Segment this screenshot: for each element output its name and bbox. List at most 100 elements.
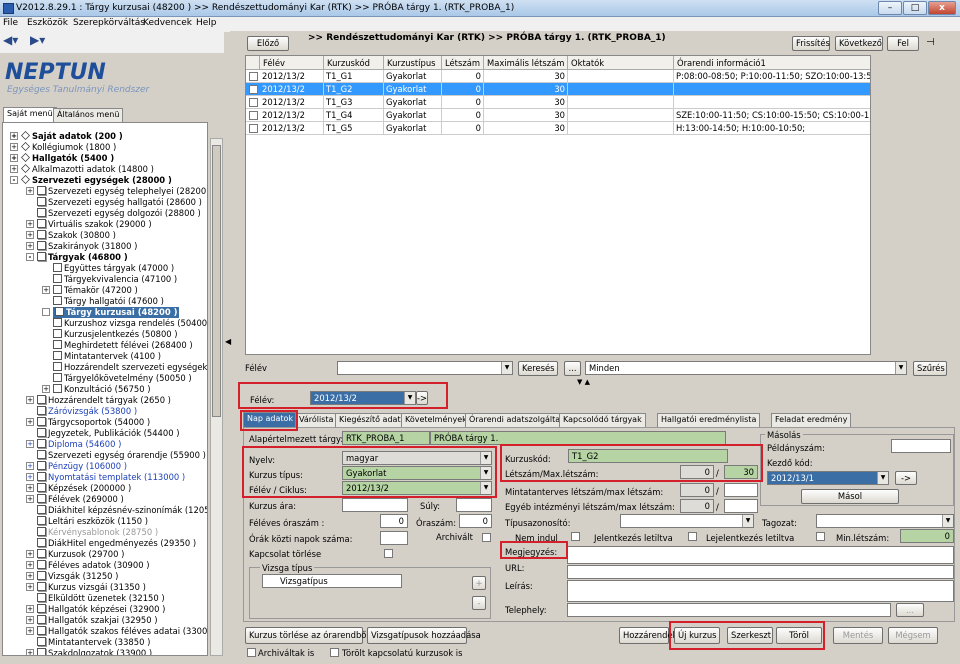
menu-szerepkorvaltas[interactable]: Szerepkörváltás <box>73 18 145 28</box>
tree-item[interactable]: + Kurzusok (29700 ) <box>26 549 124 560</box>
tree-item[interactable]: + Diploma (54600 ) <box>26 439 121 450</box>
alap-name-field[interactable]: PRÓBA tárgy 1. <box>430 431 726 445</box>
expand-icon[interactable]: + <box>26 440 34 448</box>
refresh-button[interactable]: Frissítés <box>792 36 830 51</box>
archivaltak-checkbox[interactable] <box>247 648 256 657</box>
orak-field[interactable] <box>380 531 408 545</box>
masolas-felev-dropdown[interactable]: 2012/13/1 ▼ <box>767 471 889 485</box>
tree-item[interactable]: + Félévek (269000 ) <box>26 494 124 505</box>
header-orarendi-info[interactable]: Órarendi információ1 <box>674 56 870 70</box>
expand-icon[interactable]: + <box>26 187 34 195</box>
tree-item[interactable]: Együttes tárgyak (47000 ) <box>53 263 174 274</box>
tree-item[interactable]: + Nyomtatási templatek (113000 ) <box>26 472 185 483</box>
maximize-icon[interactable]: □ <box>903 1 927 15</box>
tree-item[interactable]: + Hallgatók (5400 ) <box>10 153 114 164</box>
pin-icon[interactable]: ⊣ <box>926 37 935 48</box>
megj-field[interactable] <box>567 546 954 564</box>
tree-item[interactable]: + Képzések (200000 ) <box>26 483 131 494</box>
tree-item[interactable]: + Pénzügy (106000 ) <box>26 461 127 472</box>
table-row[interactable]: 2012/13/2 T1_G1 Gyakorlat 0 30 P:08:00-08:50;… <box>246 70 870 83</box>
vizsga-table[interactable]: Vizsgatípus <box>262 574 402 588</box>
tree-item[interactable]: + Konzultáció (56750 ) <box>42 384 151 395</box>
filter-dropdown[interactable]: ▼ <box>337 361 513 375</box>
add-vizsga-button[interactable]: + <box>472 576 486 590</box>
detail-tab[interactable]: Várólista <box>295 413 338 427</box>
tree-item[interactable]: + Alkalmazotti adatok (14800 ) <box>10 164 154 175</box>
tree-item[interactable]: - Szervezeti egységek (28000 ) <box>10 175 172 186</box>
expand-icon[interactable]: + <box>26 550 34 558</box>
lejelentkezes-checkbox[interactable] <box>816 532 825 541</box>
row-checkbox[interactable] <box>249 72 258 81</box>
felev-ora-field[interactable]: 0 <box>380 514 408 528</box>
row-checkbox[interactable] <box>249 85 258 94</box>
chevron-down-icon[interactable]: ▼ <box>877 472 888 484</box>
nem-indul-checkbox[interactable] <box>571 532 580 541</box>
tree-item[interactable]: + Tárgycsoportok (54000 ) <box>26 417 150 428</box>
tree-item[interactable]: + Virtuális szakok (29000 ) <box>26 219 152 230</box>
expand-icon[interactable]: + <box>26 649 34 655</box>
table-row[interactable]: 2012/13/2 T1_G5 Gyakorlat 0 30 H:13:00-14:50;… <box>246 122 870 135</box>
chevron-down-icon[interactable]: ▼ <box>501 362 512 374</box>
tipusazon-dropdown[interactable]: ▼ <box>620 514 754 528</box>
collapse-icon[interactable]: ▼ ▲ <box>577 378 590 386</box>
expand-icon[interactable]: + <box>26 231 34 239</box>
chevron-down-icon[interactable]: ▼ <box>895 362 906 374</box>
tree-item[interactable]: + Hallgatók képzései (32900 ) <box>26 604 165 615</box>
row-checkbox[interactable] <box>249 111 258 120</box>
scope-dropdown[interactable]: Minden ▼ <box>585 361 907 375</box>
tree-item[interactable]: Diákhitel képzésnév-szinonímák (12050 ) <box>37 505 207 516</box>
ellipsis-button[interactable]: ... <box>564 361 581 376</box>
tree-item[interactable]: Szervezeti egység órarendje (55900 ) <box>37 450 206 461</box>
peldany-field[interactable] <box>891 439 951 453</box>
expand-icon[interactable]: + <box>26 627 34 635</box>
tree-item[interactable]: Mintatantervek (4100 ) <box>53 351 161 362</box>
min-letszam-field[interactable]: 0 <box>900 529 954 543</box>
detail-tab[interactable]: Követelmények <box>401 413 471 427</box>
header-felev[interactable]: Félév <box>260 56 324 70</box>
expand-icon[interactable]: + <box>26 572 34 580</box>
back-icon[interactable]: ◀▾ <box>3 33 18 47</box>
tree-item[interactable]: + Saját adatok (200 ) <box>10 131 123 142</box>
suly-field[interactable] <box>456 498 492 512</box>
masol-button[interactable]: Másol <box>801 489 899 504</box>
menu-help[interactable]: Help <box>196 18 217 28</box>
table-row[interactable]: 2012/13/2 T1_G4 Gyakorlat 0 30 SZE:10:00-11:5… <box>246 109 870 122</box>
telephely-ellipsis-button[interactable]: ... <box>896 603 924 617</box>
table-row[interactable]: 2012/13/2 T1_G2 Gyakorlat 0 30 <box>246 83 870 96</box>
vizsga-add-button[interactable]: Vizsgatípusok hozzáadása <box>367 627 481 644</box>
leiras-field[interactable] <box>567 580 954 602</box>
forward-icon[interactable]: ▶▾ <box>30 33 45 47</box>
tree-item[interactable]: Tárgyekvivalencia (47100 ) <box>53 274 177 285</box>
torles-checkbox[interactable] <box>384 549 393 558</box>
tree-item[interactable]: Szervezeti egység hallgatói (28600 ) <box>37 197 202 208</box>
header-kurzuskod[interactable]: Kurzuskód <box>324 56 384 70</box>
remove-vizsga-button[interactable]: - <box>472 596 486 610</box>
expand-icon[interactable]: + <box>42 385 50 393</box>
minimize-icon[interactable]: – <box>878 1 902 15</box>
expand-icon[interactable]: + <box>10 154 18 162</box>
header-letszam[interactable]: Létszám <box>442 56 484 70</box>
tree-item[interactable]: + Hallgatók szakjai (32950 ) <box>26 615 157 626</box>
search-button[interactable]: Keresés <box>518 361 558 376</box>
telephely-field[interactable] <box>567 603 891 617</box>
filter-button[interactable]: Szűrés <box>913 361 947 376</box>
expand-icon[interactable]: + <box>26 484 34 492</box>
tree-item[interactable]: - Tárgyak (46800 ) <box>26 252 128 263</box>
up-button[interactable]: Fel <box>887 36 919 51</box>
expand-icon[interactable]: + <box>26 396 34 404</box>
menu-kedvencek[interactable]: Kedvencek <box>143 18 192 28</box>
expand-icon[interactable]: + <box>26 220 34 228</box>
cancel-button[interactable]: Mégsem <box>888 627 938 644</box>
tab-sajat-menu[interactable]: Saját menü <box>3 107 57 122</box>
hozzarendel-button[interactable]: Hozzárendel <box>619 627 675 644</box>
expand-icon[interactable]: + <box>26 462 34 470</box>
expand-icon[interactable]: + <box>42 286 50 294</box>
tree-item[interactable]: Kurzushoz vizsga rendelés (50400 ) <box>53 318 207 329</box>
table-row[interactable]: 2012/13/2 T1_G3 Gyakorlat 0 30 <box>246 96 870 109</box>
expand-icon[interactable]: + <box>10 132 18 140</box>
row-checkbox[interactable] <box>249 98 258 107</box>
chevron-down-icon[interactable]: ▼ <box>942 515 953 527</box>
header-oktatok[interactable]: Oktatók <box>568 56 674 70</box>
prev-button[interactable]: Előző <box>247 36 289 51</box>
tree-item[interactable]: Jegyzetek, Publikációk (54400 ) <box>37 428 179 439</box>
